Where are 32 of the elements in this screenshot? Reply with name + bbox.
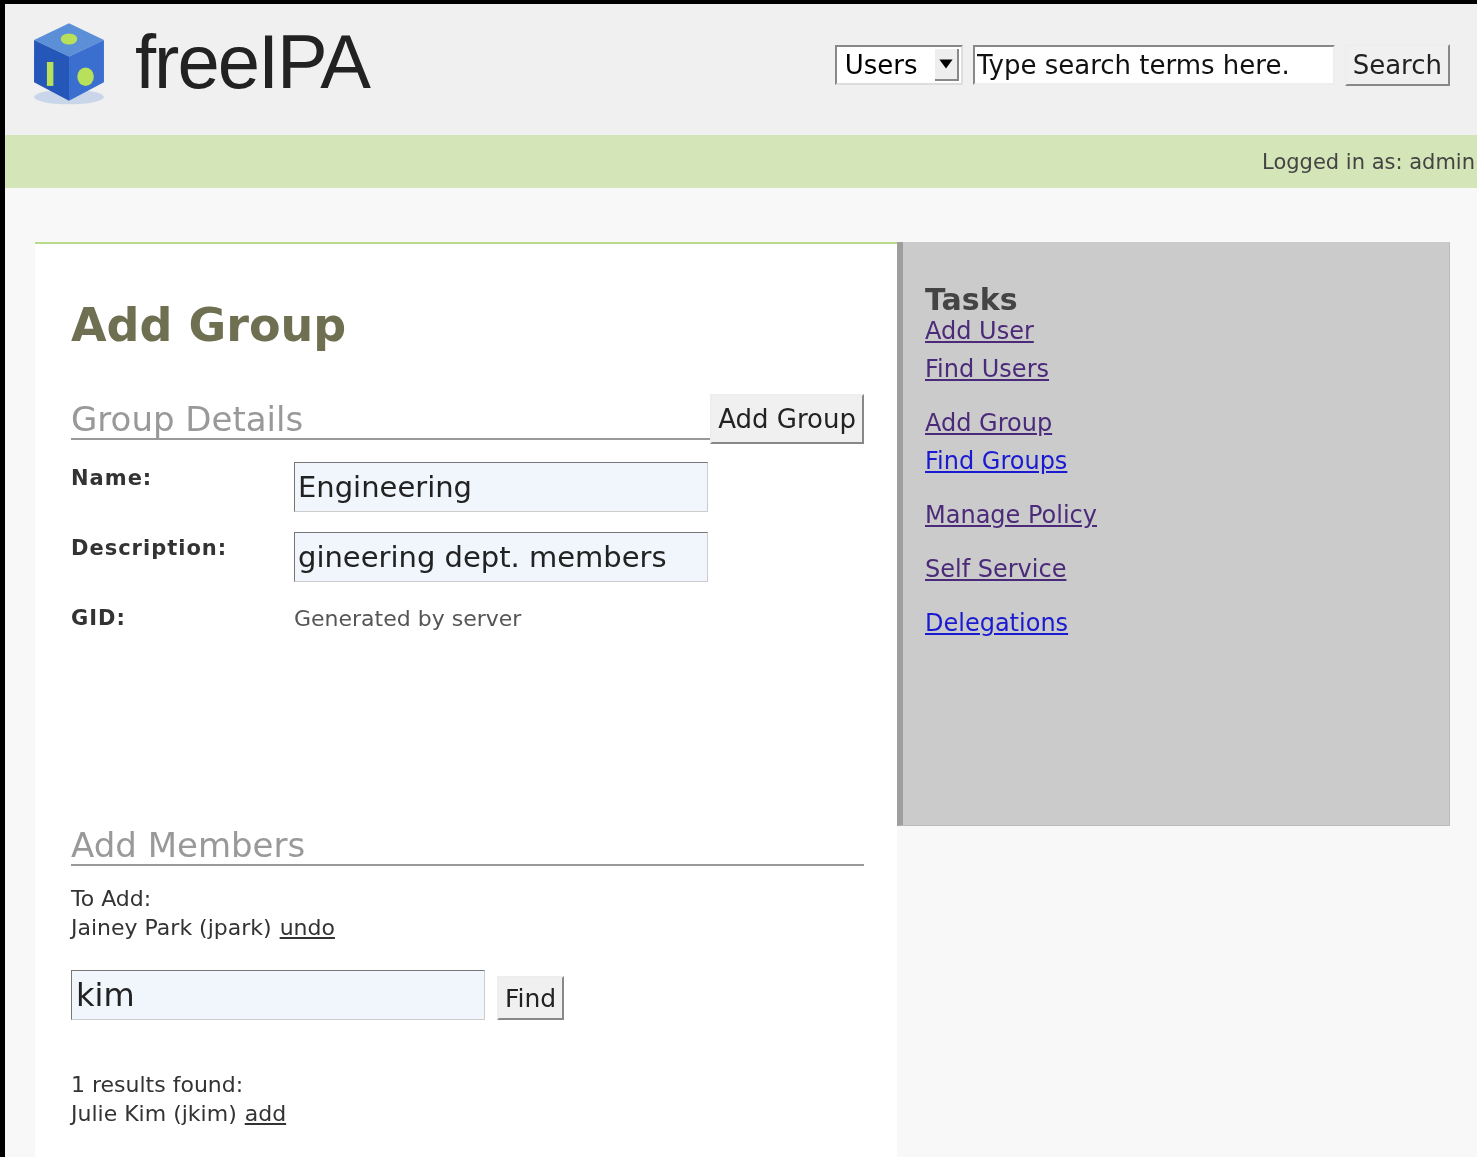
task-link[interactable]: Manage Policy [925, 501, 1097, 529]
tasks-heading: Tasks [925, 282, 1019, 317]
field-label: Description: [71, 535, 229, 560]
task-link[interactable]: Add User [925, 317, 1034, 345]
search-button[interactable]: Search [1344, 44, 1450, 86]
search-scope-dropdown[interactable]: Users [834, 45, 963, 85]
add-link[interactable]: add [244, 1101, 287, 1127]
task-link[interactable]: Find Groups [925, 447, 1068, 475]
caret-icon [934, 49, 959, 81]
task-link[interactable]: Self Service [925, 555, 1067, 583]
logo-text: freeIPA [135, 18, 369, 105]
member-name: Julie Kim (jkim) [71, 1101, 237, 1127]
find-button[interactable]: Find [497, 976, 565, 1021]
section-heading: Add Members [71, 827, 307, 865]
input-field[interactable]: gineering dept. members [294, 532, 708, 582]
field-value: Generated by server [294, 605, 522, 631]
search-field[interactable]: Type search terms here. [972, 45, 1335, 85]
page-title: Add Group [71, 298, 348, 352]
logged-in-text: Logged in as: admin [1262, 149, 1475, 174]
section-heading: Group Details [71, 400, 305, 438]
task-link[interactable]: Find Users [925, 355, 1049, 383]
input-field[interactable]: Engineering [294, 462, 708, 512]
results-count: 1 results found: [71, 1072, 245, 1098]
field-label: GID: [71, 605, 127, 630]
add-group-button[interactable]: Add Group [710, 394, 864, 444]
member-name: Jainey Park (jpark) [71, 915, 272, 941]
field-label: Name: [71, 465, 154, 490]
undo-link[interactable]: undo [279, 915, 335, 941]
to-add-label: To Add: [71, 886, 153, 912]
task-link[interactable]: Delegations [925, 609, 1069, 637]
task-link[interactable]: Add Group [925, 409, 1053, 437]
find-field[interactable]: kim [71, 970, 485, 1021]
